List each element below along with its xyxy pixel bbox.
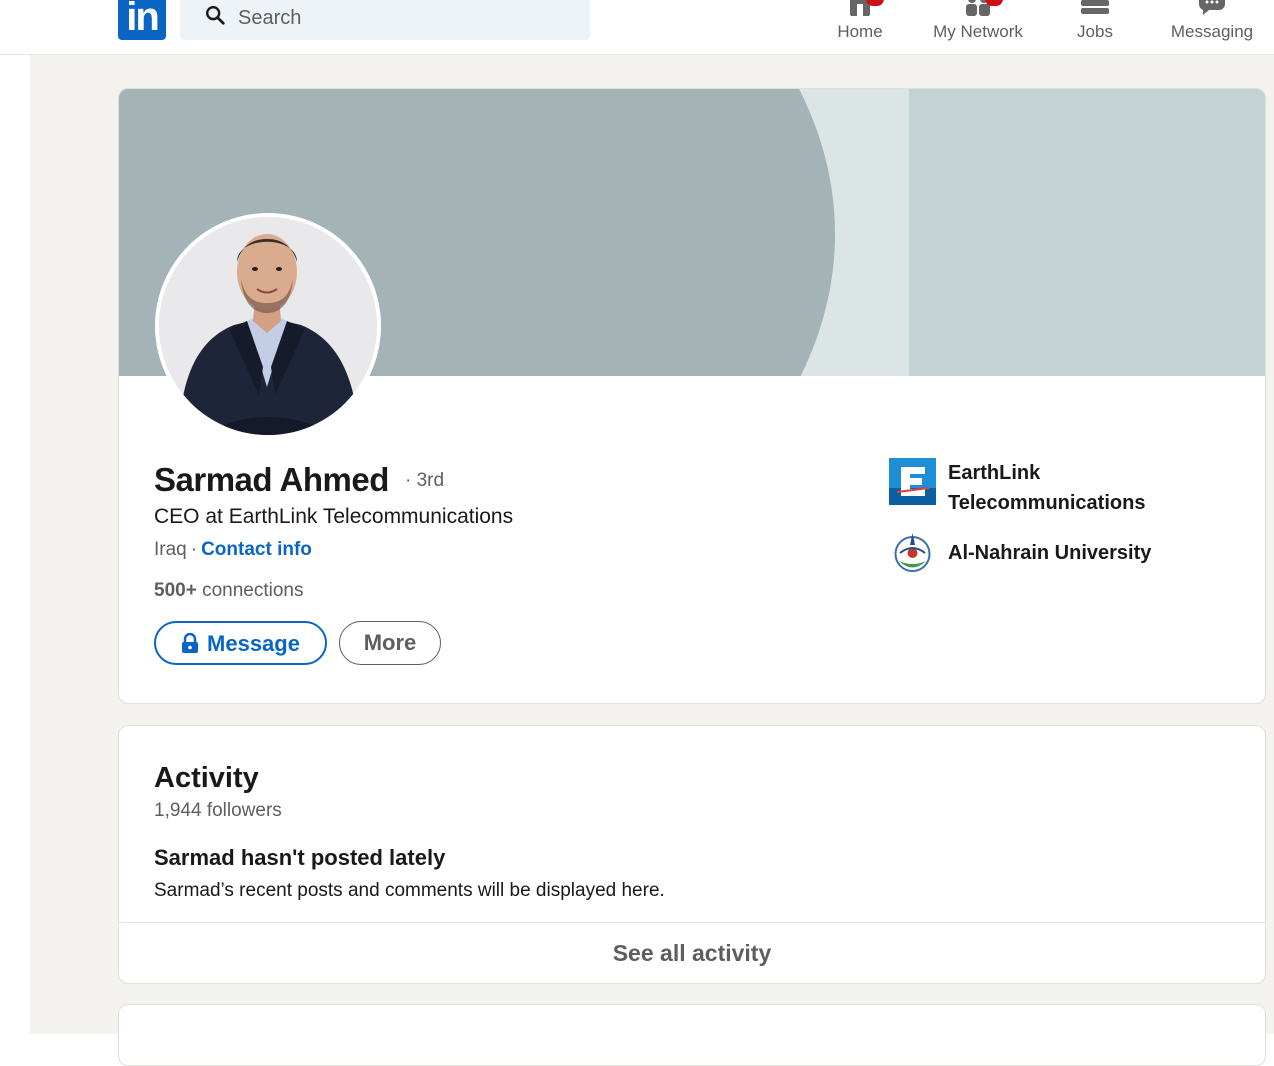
org-name: Al-Nahrain University [948,542,1152,564]
nav-my-network[interactable]: My Network [925,0,1031,54]
nav-home-label: Home [837,22,883,41]
separator: · [190,539,198,560]
org-name: EarthLink Telecommunications [948,462,1146,514]
search-icon [206,6,225,25]
next-section-card [118,1004,1266,1066]
nav-messaging[interactable]: Messaging [1163,0,1261,54]
message-button[interactable]: Message [154,621,327,665]
lock-icon [182,633,199,653]
avatar[interactable] [155,213,381,439]
connection-degree: · 3rd [405,470,445,491]
profile-card: Sarmad Ahmed · 3rd CEO at EarthLink Tele… [118,88,1266,704]
nav-my-network-label: My Network [933,22,1023,41]
nav-jobs-label: Jobs [1077,22,1113,41]
activity-card: Activity 1,944 followers Sarmad hasn't p… [118,725,1266,984]
message-button-label: Message [207,631,300,656]
profile-headline: CEO at EarthLink Telecommunications [154,505,514,528]
nav-home[interactable]: Home [826,0,894,54]
profile-location: Iraq [154,539,187,560]
activity-empty-title: Sarmad hasn't posted lately [154,845,446,870]
search-placeholder: Search [238,7,302,29]
al-nahrain-logo [894,533,931,572]
profile-location-row: Iraq · Contact info [154,539,312,561]
search-input[interactable]: Search [180,0,590,40]
notification-badge [866,0,884,6]
activity-empty-description: Sarmad’s recent posts and comments will … [154,880,665,901]
activity-title: Activity [154,762,259,794]
earthlink-logo [889,458,936,505]
nav-jobs[interactable]: Jobs [1068,0,1122,54]
contact-info-link[interactable]: Contact info [201,539,312,560]
chat-icon [1198,0,1225,15]
connections-count: 500+ [154,580,197,601]
linkedin-logo[interactable]: in [118,0,166,40]
briefcase-icon [1081,0,1109,14]
connections-row: 500+ connections [154,580,303,602]
nav-messaging-label: Messaging [1170,22,1254,41]
notification-badge [985,0,1003,6]
more-button[interactable]: More [339,621,441,665]
connections-label: connections [202,580,304,601]
profile-photo [159,217,377,435]
profile-name: Sarmad Ahmed [154,461,389,498]
followers-count[interactable]: 1,944 followers [154,800,282,822]
top-nav: in Search Home My Network Jobs Messaging [0,0,1274,55]
see-all-activity-button[interactable]: See all activity [119,922,1265,983]
more-button-label: More [363,630,417,655]
